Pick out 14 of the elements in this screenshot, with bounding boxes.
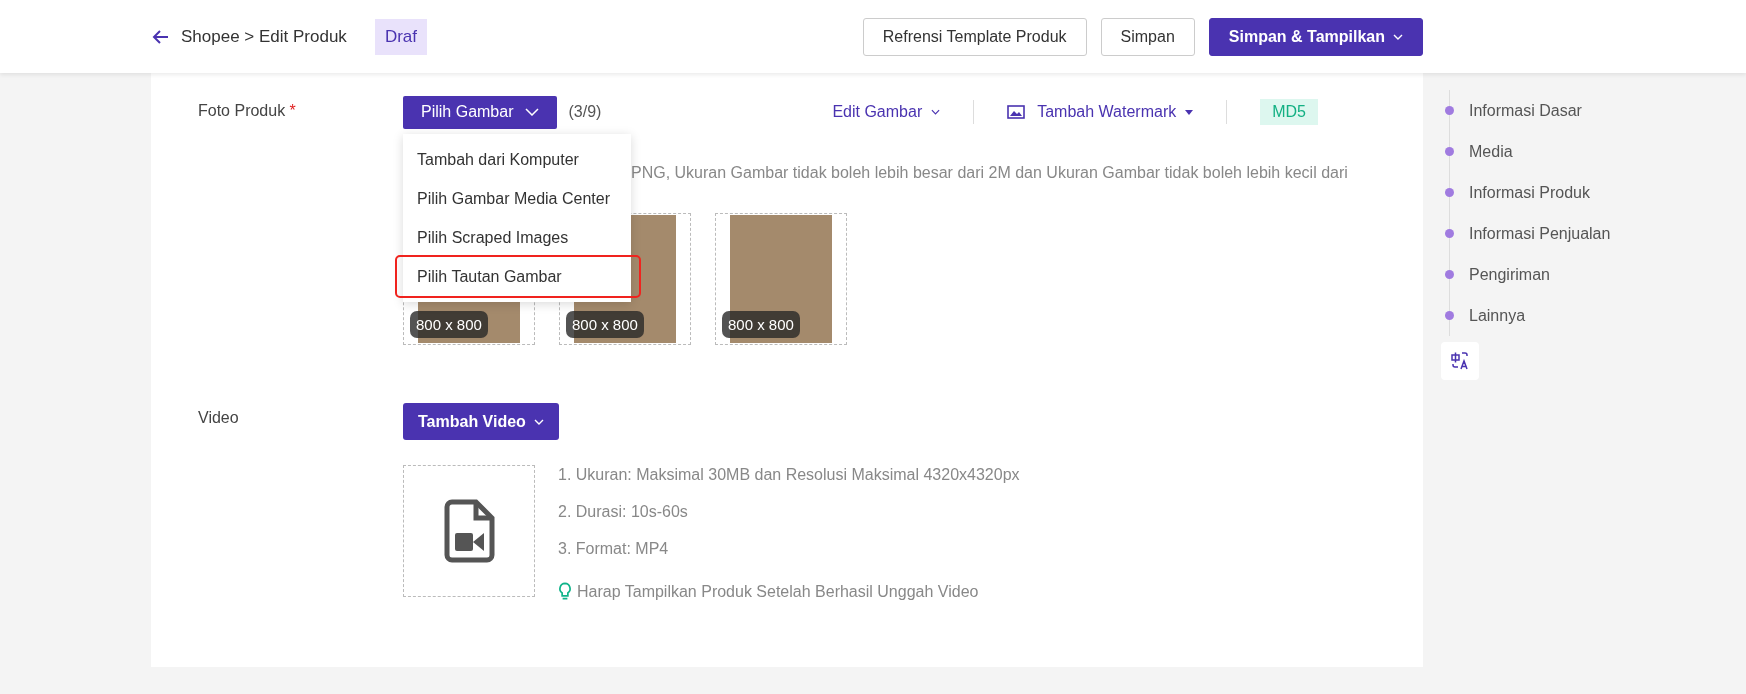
video-tip-text: Harap Tampilkan Produk Setelah Berhasil Unggah Video xyxy=(577,582,979,601)
image-requirements-text: PNG, Ukuran Gambar tidak boleh lebih besar dari 2M dan Ukuran Gambar tidak boleh lebih kecil dari xyxy=(631,164,1349,182)
breadcrumb: Shopee > Edit Produk xyxy=(181,26,347,47)
video-requirement: 3. Format: MP4 xyxy=(558,539,670,559)
status-badge: Draf xyxy=(374,18,427,55)
md5-badge: MD5 xyxy=(1260,99,1318,125)
video-requirement: 2. Durasi: 10s-60s xyxy=(558,502,689,522)
image-count: (3/9) xyxy=(568,103,602,121)
image-size-badge: 800 x 800 xyxy=(566,311,644,338)
image-size-badge: 800 x 800 xyxy=(722,311,800,338)
field-label: Video xyxy=(198,408,240,428)
field-label: Foto Produk * xyxy=(198,101,297,121)
video-requirement: 1. Ukuran: Maksimal 30MB dan Resolusi Maksimal 4320x4320px xyxy=(558,465,1020,485)
image-size-badge: 800 x 800 xyxy=(410,311,488,338)
